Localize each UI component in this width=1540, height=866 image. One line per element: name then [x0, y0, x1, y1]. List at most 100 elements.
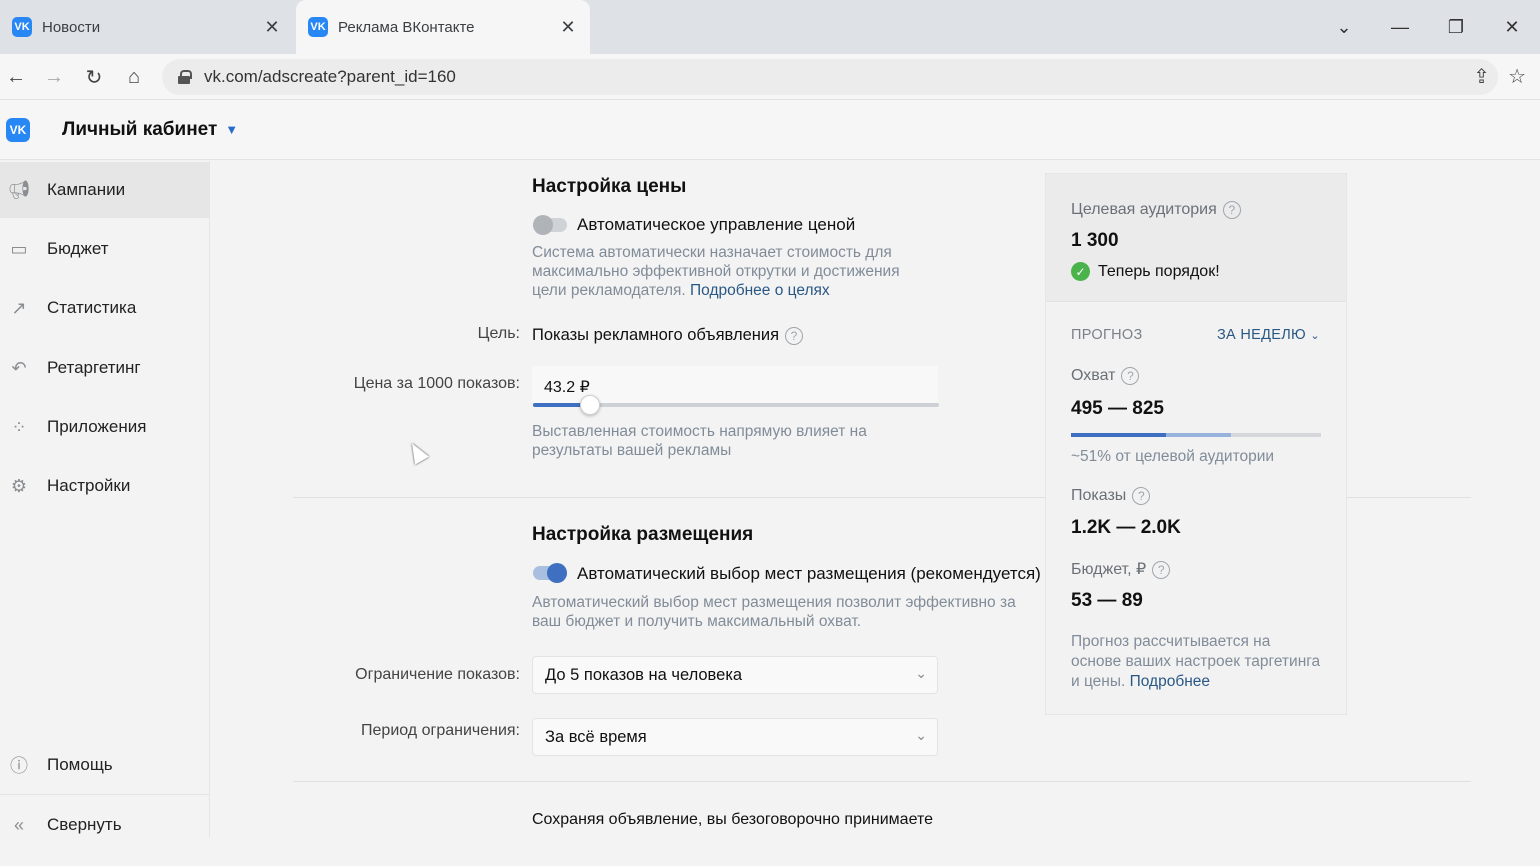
- sidebar-item-help[interactable]: ⓘ Помощь: [0, 737, 210, 793]
- audience-value: 1 300: [1071, 230, 1119, 251]
- back-icon[interactable]: ←: [3, 64, 29, 90]
- placement-heading: Настройка размещения: [532, 524, 754, 545]
- bookmark-star-icon[interactable]: ☆: [1508, 64, 1526, 89]
- wallet-icon: ▭: [10, 238, 28, 259]
- forecast-note: Прогноз рассчитывается на основе ваших н…: [1071, 633, 1321, 690]
- period-dropdown[interactable]: ЗА НЕДЕЛЮ ⌄: [1217, 327, 1320, 343]
- help-icon: ⓘ: [10, 756, 28, 776]
- close-window-icon[interactable]: ✕: [1484, 17, 1540, 38]
- limit-value: До 5 показов на человека: [545, 666, 743, 684]
- sidebar-item-label: Приложения: [47, 417, 147, 436]
- sidebar-item-label: Статистика: [47, 298, 137, 317]
- impressions-value: 1.2K — 2.0K: [1071, 517, 1181, 538]
- sidebar: 📢︎ Кампании ▭ Бюджет ↗ Статистика ↶ Рета…: [0, 161, 210, 837]
- auto-placement-hint: Автоматический выбор мест размещения поз…: [532, 594, 1016, 630]
- sidebar-item-label: Кампании: [47, 180, 126, 199]
- megaphone-icon: 📢︎: [7, 179, 31, 200]
- chart-icon: ↗: [11, 297, 27, 318]
- restore-icon[interactable]: ❐: [1428, 17, 1484, 38]
- help-icon[interactable]: ?: [1222, 201, 1241, 219]
- vk-header: VK Личный кабинет ▼: [0, 100, 1540, 160]
- forecast-panel: Целевая аудитория? 1 300 ✓ Теперь порядо…: [1045, 173, 1347, 715]
- period-select[interactable]: За всё время ⌄: [532, 718, 938, 756]
- reach-bar-low: [1071, 433, 1166, 437]
- period-value: За всё время: [545, 728, 647, 746]
- help-icon[interactable]: ?: [1121, 367, 1140, 385]
- reach-bar-high: [1166, 433, 1231, 437]
- tab-list-chevron-icon[interactable]: ⌄: [1316, 17, 1372, 38]
- sidebar-item-apps[interactable]: ⁘ Приложения: [0, 399, 210, 455]
- sidebar-item-statistics[interactable]: ↗ Статистика: [0, 280, 210, 336]
- limit-select[interactable]: До 5 показов на человека ⌄: [532, 656, 938, 694]
- home-icon[interactable]: ⌂: [121, 64, 147, 90]
- check-icon: ✓: [1071, 262, 1090, 281]
- terms-text: Сохраняя объявление, вы безоговорочно пр…: [532, 811, 933, 828]
- auto-placement-toggle[interactable]: [533, 563, 567, 583]
- goal-label: Цель:: [477, 325, 520, 342]
- reload-icon[interactable]: ↻: [81, 64, 107, 90]
- auto-price-toggle[interactable]: [533, 215, 567, 235]
- tab-news[interactable]: VK Новости ✕: [0, 0, 294, 54]
- tab-ads[interactable]: VK Реклама ВКонтакте ✕: [296, 0, 590, 54]
- browser-tabstrip: VK Новости ✕ VK Реклама ВКонтакте ✕ ⌄ — …: [0, 0, 1540, 54]
- cpm-label: Цена за 1000 показов:: [353, 375, 520, 392]
- sidebar-item-settings[interactable]: ⚙ Настройки: [0, 458, 210, 514]
- chevron-down-icon: ⌄: [915, 665, 927, 681]
- chevron-down-icon[interactable]: ▼: [225, 122, 238, 137]
- help-icon[interactable]: ?: [785, 326, 804, 345]
- tab-title: Новости: [42, 18, 101, 36]
- goal-value: Показы рекламного объявления?: [532, 326, 804, 345]
- cpm-hint: Выставленная стоимость напрямую влияет н…: [532, 423, 867, 459]
- auto-price-label: Автоматическое управление ценой: [577, 215, 856, 234]
- url-text: vk.com/adscreate?parent_id=160: [204, 67, 456, 86]
- budget-value: 53 — 89: [1071, 590, 1143, 611]
- sidebar-item-label: Помощь: [47, 755, 113, 774]
- close-icon[interactable]: ✕: [558, 17, 578, 37]
- mouse-cursor-icon: [405, 439, 429, 465]
- vk-favicon-icon: VK: [308, 17, 328, 37]
- apps-icon: ⁘: [11, 416, 27, 437]
- forecast-label: ПРОГНОЗ: [1071, 327, 1143, 343]
- more-link[interactable]: Подробнее: [1130, 673, 1210, 690]
- vk-favicon-icon: VK: [12, 17, 32, 37]
- audience-label: Целевая аудитория?: [1071, 201, 1241, 219]
- cabinet-title[interactable]: Личный кабинет: [62, 119, 217, 141]
- slider-thumb[interactable]: [579, 395, 600, 415]
- goals-link[interactable]: Подробнее о целях: [690, 282, 830, 299]
- budget-label: Бюджет, ₽?: [1071, 559, 1171, 579]
- reach-label: Охват?: [1071, 367, 1140, 385]
- help-icon[interactable]: ?: [1152, 560, 1171, 579]
- chevron-down-icon: ⌄: [1310, 330, 1320, 342]
- chevron-down-icon: ⌄: [915, 727, 927, 743]
- reach-bar: [1071, 433, 1321, 437]
- reach-value: 495 — 825: [1071, 398, 1164, 419]
- price-heading: Настройка цены: [532, 176, 687, 197]
- close-icon[interactable]: ✕: [262, 17, 282, 37]
- auto-price-hint: Система автоматически назначает стоимост…: [532, 244, 900, 299]
- audience-status: ✓ Теперь порядок!: [1071, 262, 1220, 281]
- vk-logo[interactable]: VK: [6, 117, 30, 142]
- window-controls: ⌄ — ❐ ✕: [1316, 0, 1540, 54]
- sidebar-item-label: Ретаргетинг: [47, 358, 141, 377]
- sidebar-item-budget[interactable]: ▭ Бюджет: [0, 221, 210, 277]
- retarget-icon: ↶: [11, 357, 27, 378]
- address-bar[interactable]: vk.com/adscreate?parent_id=160: [162, 59, 1498, 95]
- collapse-icon: «: [13, 814, 24, 835]
- help-icon[interactable]: ?: [1132, 487, 1151, 505]
- tab-title: Реклама ВКонтакте: [338, 18, 475, 36]
- minimize-icon[interactable]: —: [1372, 17, 1428, 38]
- sidebar-item-retargeting[interactable]: ↶ Ретаргетинг: [0, 340, 210, 396]
- cpm-slider[interactable]: [533, 395, 939, 415]
- forward-icon[interactable]: →: [41, 64, 67, 90]
- share-icon[interactable]: ⇪: [1473, 64, 1490, 89]
- impressions-label: Показы?: [1071, 487, 1151, 505]
- sidebar-item-label: Свернуть: [47, 815, 122, 834]
- sidebar-divider: [0, 794, 210, 795]
- auto-placement-label: Автоматический выбор мест размещения (ре…: [577, 564, 1041, 583]
- sidebar-item-campaigns[interactable]: 📢︎ Кампании: [0, 162, 210, 218]
- gear-icon: ⚙: [10, 475, 28, 496]
- reach-note: ~51% от целевой аудитории: [1071, 448, 1275, 465]
- sidebar-item-label: Бюджет: [47, 239, 109, 258]
- sidebar-item-collapse[interactable]: « Свернуть: [0, 797, 210, 853]
- section-divider: [293, 781, 1471, 782]
